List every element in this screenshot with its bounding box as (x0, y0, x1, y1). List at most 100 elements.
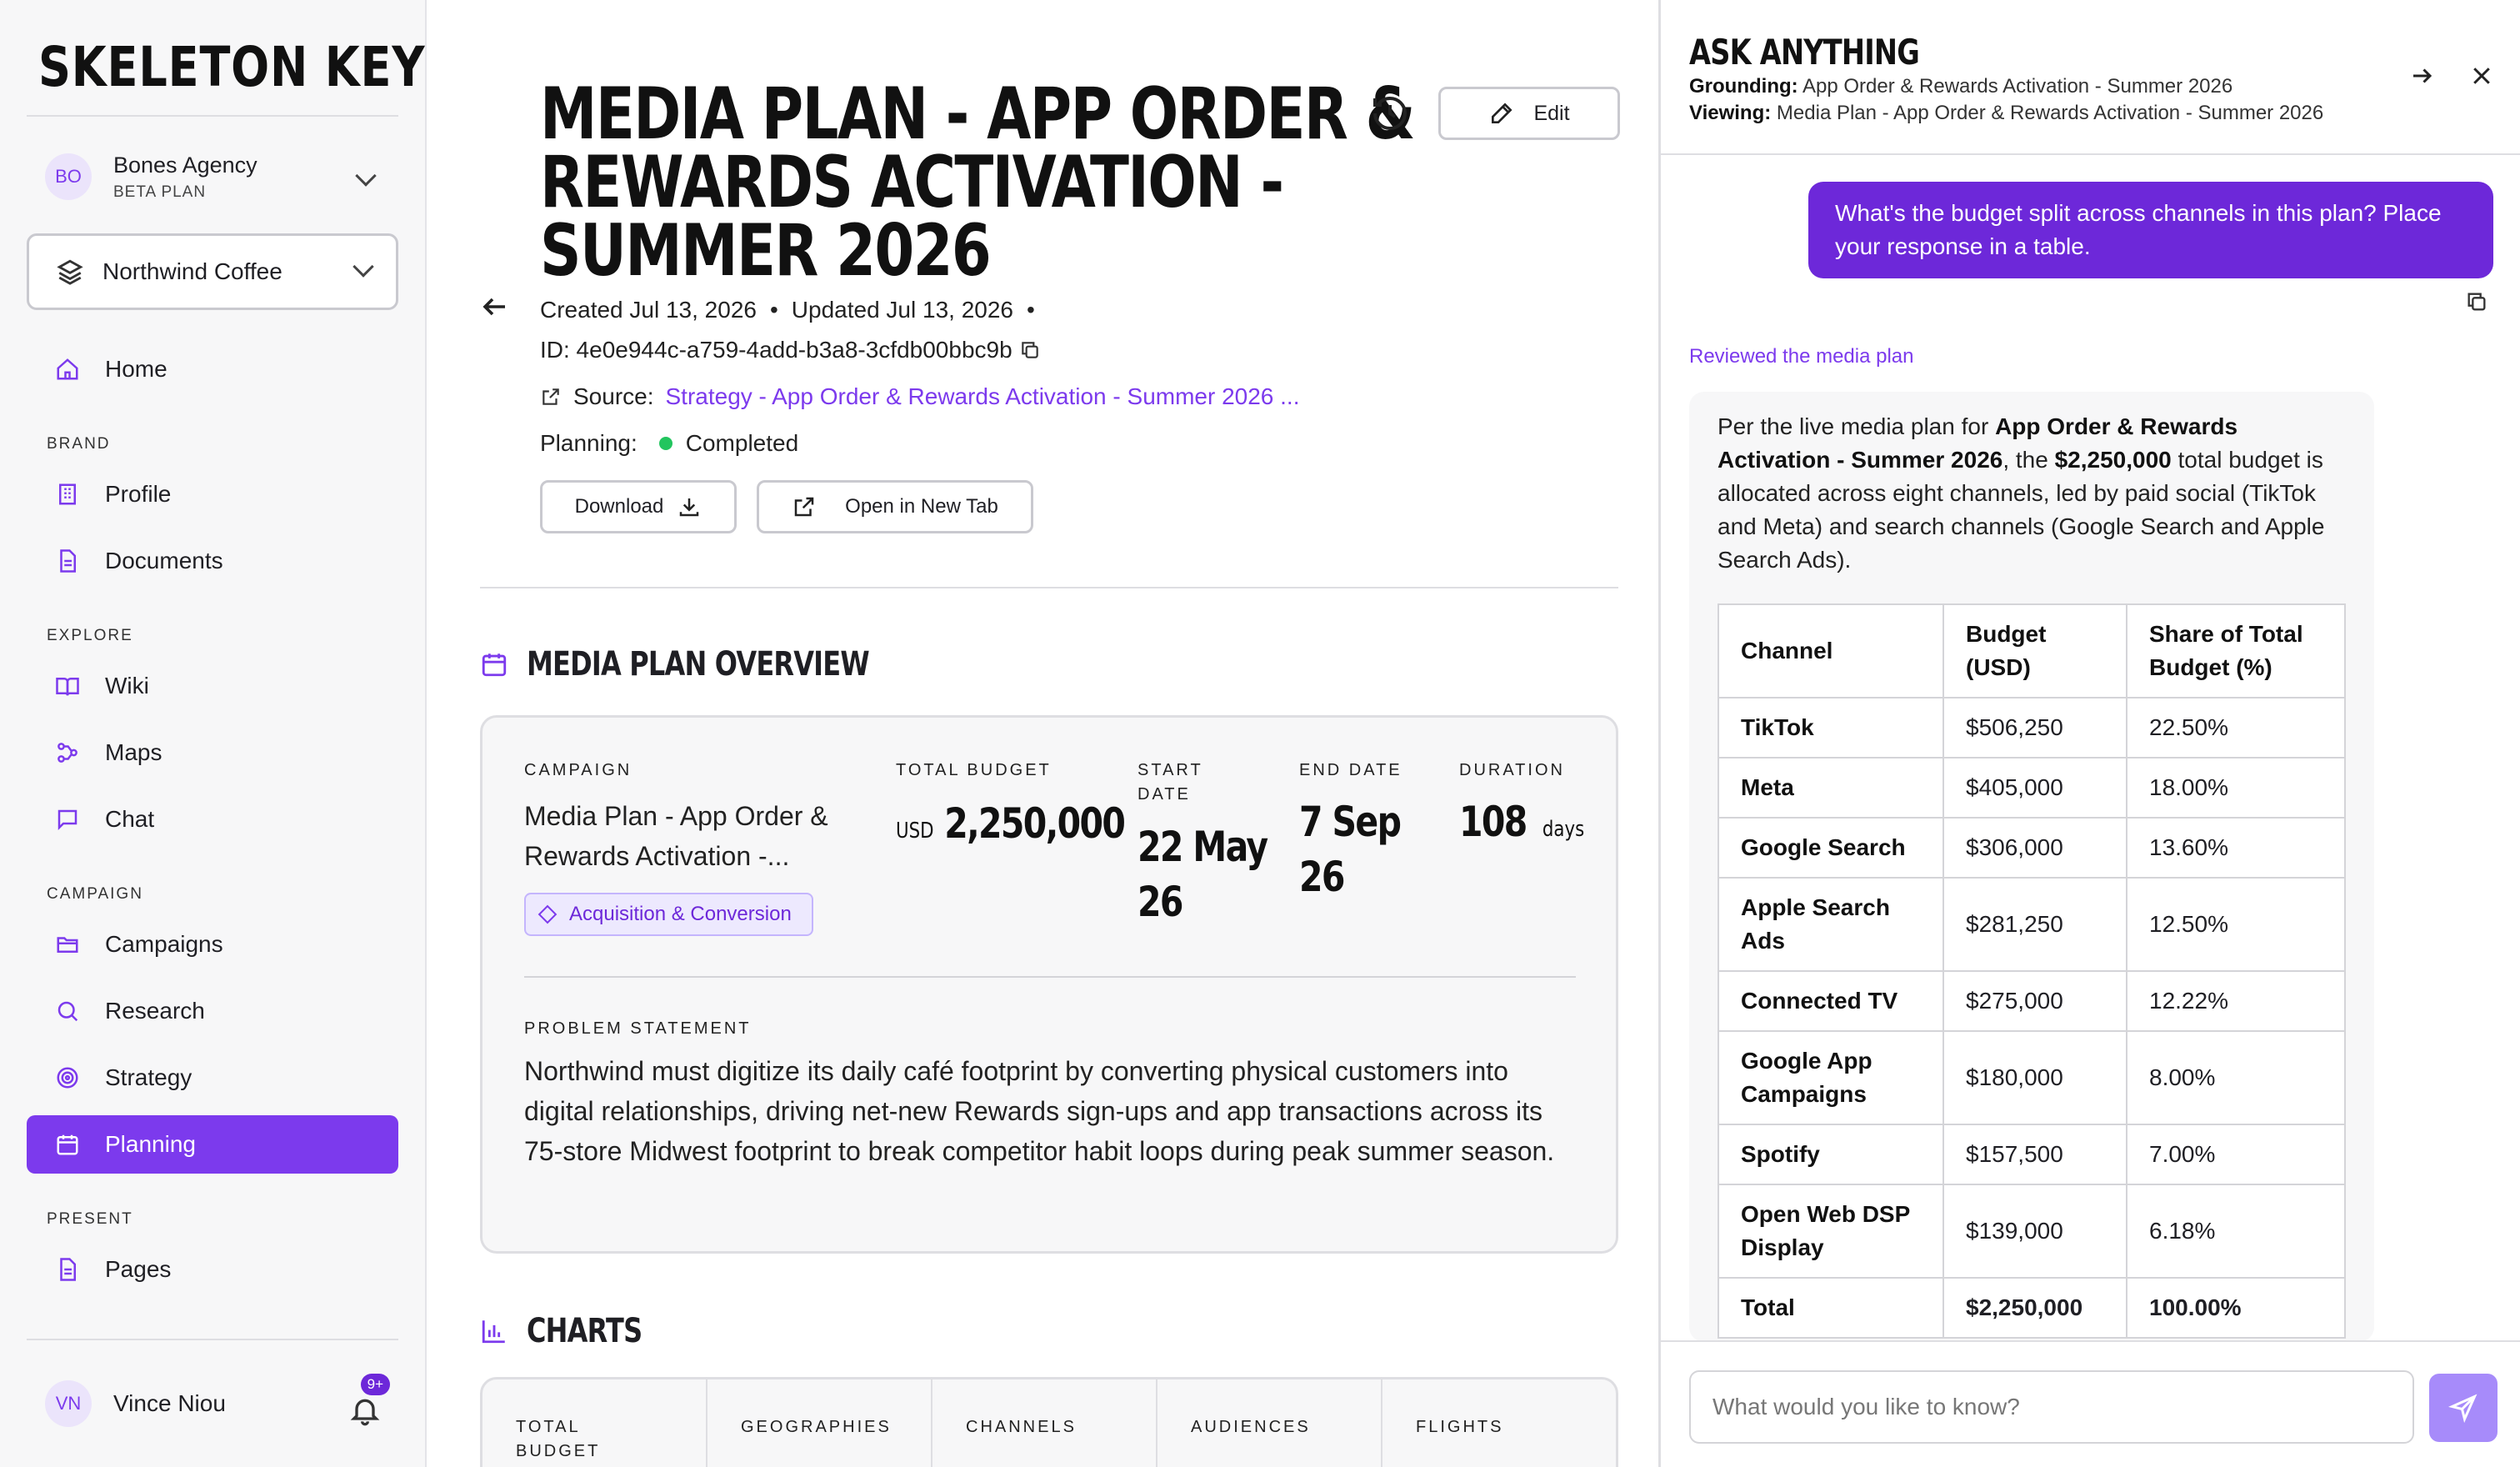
chat-icon (55, 807, 80, 832)
duration-value: 108 days (1459, 794, 1584, 857)
open-tab-label: Open in New Tab (845, 495, 998, 518)
arrow-right-icon[interactable] (2409, 63, 2434, 88)
source-link[interactable]: Strategy - App Order & Rewards Activatio… (666, 383, 1300, 410)
label-line: TOTAL (516, 1418, 581, 1436)
duration-label: DURATION (1459, 761, 1565, 779)
table-cell: 7.00% (2126, 1124, 2346, 1185)
sidebar-item-label: Maps (105, 739, 162, 765)
table-row: Open Web DSP Display $139,000 6.18% (1718, 1184, 2346, 1279)
sidebar-item-label: Chat (105, 806, 155, 832)
table-header: Share of Total Budget (%) (2126, 603, 2346, 698)
start-date-label: START DATE (1138, 761, 1203, 804)
table-cell: 12.22% (2126, 970, 2346, 1032)
section-title: MEDIA PLAN OVERVIEW (527, 645, 870, 683)
sidebar-item-wiki[interactable]: Wiki (27, 657, 398, 715)
table-cell: 12.50% (2126, 877, 2346, 972)
sidebar-item-label: Profile (105, 481, 172, 507)
divider (480, 587, 1618, 588)
sidebar-item-campaigns[interactable]: Campaigns (27, 915, 398, 974)
reviewed-status[interactable]: Reviewed the media plan (1689, 345, 1914, 368)
ask-anything-panel: ASK ANYTHING Grounding: App Order & Rewa… (1658, 0, 2520, 1467)
page-title: MEDIA PLAN - APP ORDER & REWARDS ACTIVAT… (540, 73, 1416, 287)
section-label-campaign: CAMPAIGN (47, 885, 143, 903)
building-icon (55, 482, 80, 507)
charts-summary-card: TOTAL BUDGET GEOGRAPHIES CHANNELS AUDIEN… (480, 1377, 1618, 1467)
end-date-value: 7 Sep 26 (1299, 794, 1402, 904)
table-cell: 100.00% (2126, 1277, 2346, 1339)
document-icon (55, 548, 80, 573)
summary-col-total-budget: TOTAL BUDGET (482, 1379, 708, 1467)
app-logo[interactable]: SKELETON KEY (38, 35, 425, 99)
grounding-line: Grounding: App Order & Rewards Activatio… (1689, 75, 2232, 98)
label-line: DATE (1138, 785, 1191, 804)
section-label-present: PRESENT (47, 1210, 133, 1228)
history-icon[interactable] (1370, 93, 1410, 133)
send-button[interactable] (2429, 1374, 2498, 1442)
folder-icon (55, 932, 80, 957)
table-cell: 8.00% (2126, 1030, 2346, 1125)
main-content: MEDIA PLAN - APP ORDER & REWARDS ACTIVAT… (428, 0, 1658, 1467)
table-row: Apple Search Ads $281,250 12.50% (1718, 877, 2346, 972)
user-avatar: VN (45, 1380, 92, 1427)
table-cell: Connected TV (1718, 970, 1944, 1032)
audiences-label: AUDIENCES (1191, 1418, 1311, 1436)
answer-text: Per the live media plan for (1718, 413, 1996, 439)
edit-button[interactable]: Edit (1438, 87, 1620, 140)
layers-icon (57, 259, 83, 285)
brand-name: Northwind Coffee (102, 258, 282, 284)
sidebar-item-research[interactable]: Research (27, 982, 398, 1040)
document-icon (55, 1257, 80, 1282)
overview-heading: MEDIA PLAN OVERVIEW (480, 645, 955, 683)
chat-input[interactable] (1689, 1370, 2414, 1444)
summary-col-flights: FLIGHTS (1382, 1379, 1616, 1467)
sidebar-item-label: Pages (105, 1256, 172, 1282)
back-arrow-icon[interactable] (480, 292, 510, 322)
close-icon[interactable] (2469, 63, 2494, 88)
chat-composer (1661, 1340, 2520, 1467)
campaign-label: CAMPAIGN (524, 761, 632, 779)
table-cell: $139,000 (1942, 1184, 2128, 1279)
brand-selector[interactable]: Northwind Coffee (27, 233, 398, 310)
sidebar-item-maps[interactable]: Maps (27, 723, 398, 782)
meta-planning: Planning: Completed (540, 430, 798, 457)
copy-icon[interactable] (1019, 339, 1041, 361)
agency-name: Bones Agency (113, 152, 258, 178)
table-header: Channel (1718, 603, 1944, 698)
divider (27, 115, 398, 117)
open-new-tab-button[interactable]: Open in New Tab (757, 480, 1033, 533)
sidebar-item-chat[interactable]: Chat (27, 790, 398, 849)
search-icon (55, 999, 80, 1024)
table-cell: 18.00% (2126, 757, 2346, 819)
record-id: ID: 4e0e944c-a759-4add-b3a8-3cfdb00bbc9b (540, 337, 1012, 363)
meta-source: Source: Strategy - App Order & Rewards A… (540, 383, 1300, 410)
sidebar-item-home[interactable]: Home (27, 340, 398, 398)
agency-switcher[interactable]: BO Bones Agency BETA PLAN (27, 143, 398, 210)
sidebar-item-pages[interactable]: Pages (27, 1240, 398, 1299)
agency-plan: BETA PLAN (113, 183, 207, 201)
download-button[interactable]: Download (540, 480, 737, 533)
calendar-icon (55, 1132, 80, 1157)
sidebar-item-documents[interactable]: Documents (27, 532, 398, 590)
budget-table: Channel Budget (USD) Share of Total Budg… (1718, 603, 2346, 1339)
overview-card: CAMPAIGN Media Plan - App Order & Reward… (480, 715, 1618, 1254)
page-title-line: MEDIA PLAN - APP ORDER & (540, 73, 1416, 156)
value-line: 26 (1299, 853, 1345, 901)
table-cell: $157,500 (1942, 1124, 2128, 1185)
home-icon (55, 357, 80, 382)
user-menu[interactable]: VN Vince Niou 9+ (27, 1374, 398, 1434)
updated-date: Updated Jul 13, 2026 (791, 297, 1013, 323)
table-cell: Google Search (1718, 817, 1944, 879)
table-cell: Meta (1718, 757, 1944, 819)
answer-bold: $2,250,000 (2054, 447, 2172, 473)
sidebar-item-planning[interactable]: Planning (27, 1115, 398, 1174)
notification-badge: 9+ (360, 1374, 390, 1395)
book-icon (55, 673, 80, 698)
sidebar-item-profile[interactable]: Profile (27, 465, 398, 523)
copy-icon[interactable] (2465, 290, 2488, 313)
problem-label: PROBLEM STATEMENT (524, 1019, 752, 1038)
sidebar: SKELETON KEY BO Bones Agency BETA PLAN N… (0, 0, 427, 1467)
sidebar-item-strategy[interactable]: Strategy (27, 1049, 398, 1107)
table-cell: Total (1718, 1277, 1944, 1339)
summary-col-geographies: GEOGRAPHIES (708, 1379, 932, 1467)
edit-label: Edit (1533, 101, 1570, 125)
